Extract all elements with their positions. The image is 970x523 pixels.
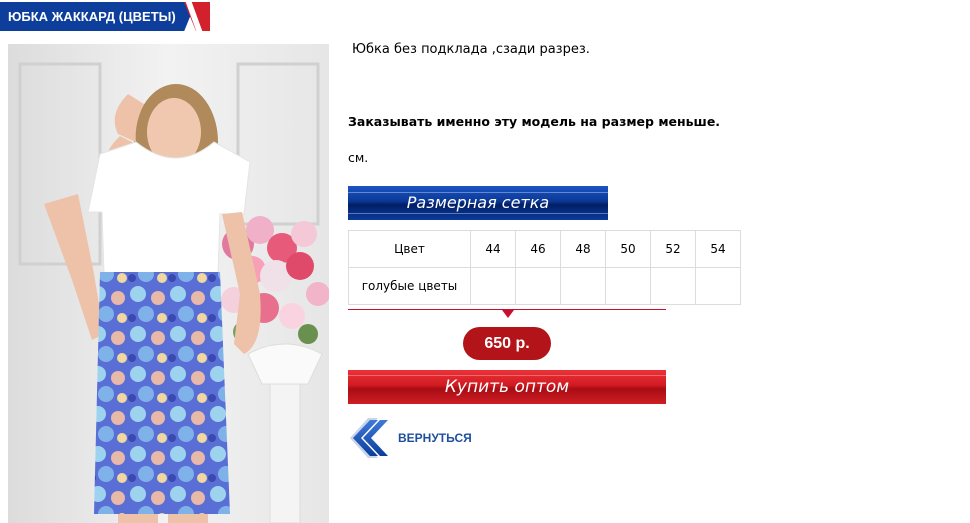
size-chart-banner-label: Размерная сетка [406, 193, 550, 212]
table-row: голубые цветы [348, 267, 741, 305]
price-badge: 650 р. [463, 327, 551, 360]
size-advice: Заказывать именно эту модель на размер м… [348, 114, 721, 129]
size-header-cell: 48 [560, 230, 606, 268]
size-quantity-cell[interactable] [470, 267, 516, 305]
product-photo-illustration [8, 44, 329, 523]
size-header-cell: 50 [605, 230, 651, 268]
size-table-header-color: Цвет [348, 230, 471, 268]
back-link[interactable]: ВЕРНУТЬСЯ [348, 416, 472, 460]
size-header-cell: 52 [650, 230, 696, 268]
size-table-header-row: Цвет 44 46 48 50 52 54 [348, 230, 741, 268]
product-photo[interactable] [8, 44, 329, 523]
measure-note: см. [348, 150, 369, 165]
product-title-tab: ЮБКА ЖАККАРД (ЦВЕТЫ) [0, 2, 210, 31]
size-quantity-cell[interactable] [560, 267, 606, 305]
product-description: Юбка без подклада ,сзади разрез. [352, 42, 590, 57]
product-title: ЮБКА ЖАККАРД (ЦВЕТЫ) [8, 9, 176, 24]
double-chevron-left-icon [350, 418, 388, 458]
color-name-cell: голубые цветы [348, 267, 471, 305]
size-quantity-cell[interactable] [650, 267, 696, 305]
buy-wholesale-button[interactable]: Купить оптом [348, 370, 666, 404]
size-header-cell: 54 [695, 230, 741, 268]
size-quantity-cell[interactable] [695, 267, 741, 305]
size-quantity-cell[interactable] [515, 267, 561, 305]
back-link-label: ВЕРНУТЬСЯ [398, 431, 472, 445]
size-header-cell: 44 [470, 230, 516, 268]
price-pointer-icon [502, 310, 514, 318]
size-table: Цвет 44 46 48 50 52 54 голубые цветы [348, 230, 741, 305]
size-chart-banner: Размерная сетка [348, 186, 608, 220]
size-quantity-cell[interactable] [605, 267, 651, 305]
size-header-cell: 46 [515, 230, 561, 268]
